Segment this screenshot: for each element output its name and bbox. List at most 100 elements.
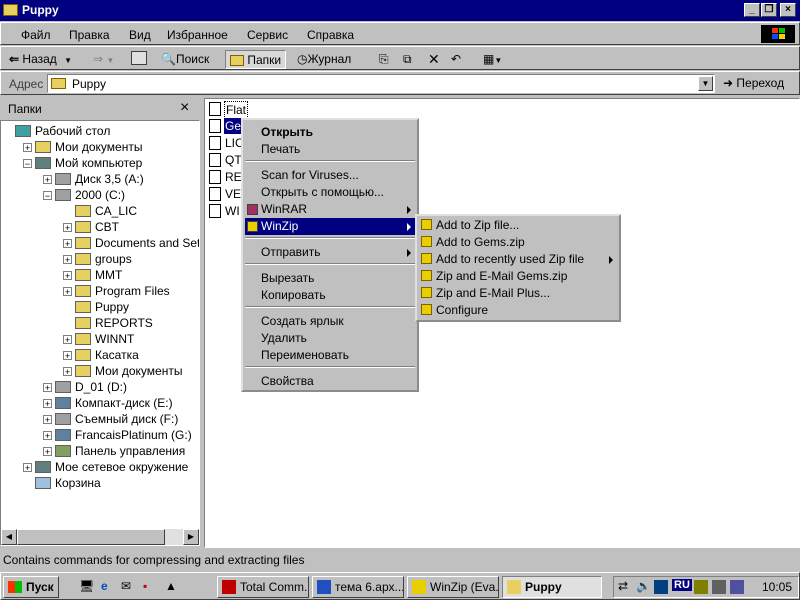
menu-view[interactable]: Вид	[129, 28, 151, 42]
close-button[interactable]: ×	[780, 3, 796, 17]
tree-item[interactable]: Корзина	[55, 475, 101, 491]
delete-button[interactable]: ✕	[428, 50, 440, 69]
task-puppy[interactable]: Puppy	[502, 576, 602, 598]
expand-icon[interactable]: +	[43, 415, 52, 425]
views-button[interactable]: ▦▼	[483, 50, 502, 69]
tree-item[interactable]: Компакт-диск (E:)	[75, 395, 173, 411]
tray-icon[interactable]	[694, 580, 708, 594]
submenu-item-add-to-zip[interactable]: Add to Zip file...	[421, 217, 519, 234]
context-item-cut[interactable]: Вырезать	[261, 270, 314, 287]
tree-item[interactable]: MMT	[95, 267, 122, 283]
context-item-scan-viruses[interactable]: Scan for Viruses...	[261, 167, 359, 184]
folders-pane-close-button[interactable]: ×	[180, 99, 189, 117]
save-icon[interactable]: ▪	[143, 579, 147, 593]
app-icon[interactable]: ▲	[165, 579, 177, 593]
search-button[interactable]: 🔍Поиск	[161, 50, 209, 69]
file-item[interactable]: RE	[224, 169, 243, 185]
expand-icon[interactable]: +	[43, 175, 52, 185]
tree-item[interactable]: Мой компьютер	[55, 155, 142, 171]
task-winzip[interactable]: WinZip (Eva...	[407, 576, 499, 598]
context-item-send-to[interactable]: Отправить	[261, 244, 321, 261]
file-item[interactable]: WI	[224, 203, 241, 219]
tree-item[interactable]: CA_LIC	[95, 203, 137, 219]
tree-item[interactable]: Мое сетевое окружение	[55, 459, 188, 475]
tree-item[interactable]: Мои документы	[95, 363, 182, 379]
ie-icon[interactable]: e	[101, 579, 108, 593]
file-item[interactable]: VE	[224, 186, 242, 202]
folders-button[interactable]: Папки	[225, 50, 287, 69]
go-button[interactable]: ➜ Переход	[723, 76, 784, 90]
tree-item[interactable]: Puppy	[95, 299, 130, 315]
expand-icon[interactable]: +	[63, 255, 72, 265]
expand-icon[interactable]: +	[63, 287, 72, 297]
menu-edit[interactable]: Правка	[69, 28, 110, 42]
tree-item[interactable]: D_01 (D:)	[75, 379, 127, 395]
menu-favorites[interactable]: Избранное	[167, 28, 228, 42]
expand-icon[interactable]: +	[63, 367, 72, 377]
undo-button[interactable]: ↶	[451, 50, 461, 69]
tree-item[interactable]: CBT	[95, 219, 119, 235]
context-item-print[interactable]: Печать	[261, 141, 300, 158]
minimize-button[interactable]: _	[744, 3, 760, 17]
submenu-item-zip-email-plus[interactable]: Zip and E-Mail Plus...	[421, 285, 550, 302]
expand-icon[interactable]: +	[43, 399, 52, 409]
context-item-open[interactable]: Открыть	[261, 124, 313, 141]
move-to-button[interactable]: ⎘	[379, 50, 389, 69]
expand-icon[interactable]: +	[63, 351, 72, 361]
tree-item[interactable]: Documents and Setti	[95, 235, 199, 251]
copy-to-button[interactable]: ⧉	[403, 50, 412, 69]
context-item-winrar[interactable]: WinRAR	[261, 201, 307, 218]
tray-icon[interactable]	[712, 580, 726, 594]
expand-icon[interactable]: +	[23, 143, 32, 153]
network-icon[interactable]: ⇄	[618, 579, 628, 593]
tree-item[interactable]: 2000 (C:)	[75, 187, 125, 203]
tree-item[interactable]: WINNT	[95, 331, 134, 347]
tree-horizontal-scrollbar[interactable]: ◀ ▶	[1, 529, 199, 545]
context-item-properties[interactable]: Свойства	[261, 373, 314, 390]
antivirus-icon[interactable]	[654, 580, 668, 594]
tree-item[interactable]: groups	[95, 251, 132, 267]
tree-item[interactable]: Мои документы	[55, 139, 142, 155]
submenu-item-add-to-recent-zip[interactable]: Add to recently used Zip file	[421, 251, 584, 268]
expand-icon[interactable]: +	[63, 271, 72, 281]
context-item-winzip[interactable]: WinZip	[245, 218, 415, 235]
context-item-open-with[interactable]: Открыть с помощью...	[261, 184, 384, 201]
desktop-icon[interactable]: 🖥	[79, 579, 94, 593]
history-button[interactable]: ◷Журнал	[297, 50, 351, 69]
maximize-button[interactable]: ❐	[761, 3, 777, 17]
file-item[interactable]: QT	[224, 152, 243, 168]
expand-icon[interactable]: +	[43, 447, 52, 457]
tree-item[interactable]: Панель управления	[75, 443, 185, 459]
clock[interactable]: 10:05	[762, 580, 792, 594]
forward-button[interactable]: ⇒ ▼	[93, 50, 114, 69]
tree-item[interactable]: Съемный диск (F:)	[75, 411, 178, 427]
expand-icon[interactable]: +	[23, 463, 32, 473]
task-tema[interactable]: тема 6.арх...	[312, 576, 404, 598]
context-item-delete[interactable]: Удалить	[261, 330, 307, 347]
expand-icon[interactable]: +	[43, 431, 52, 441]
scrollbar-thumb[interactable]	[17, 529, 165, 545]
submenu-item-zip-email-gems[interactable]: Zip and E-Mail Gems.zip	[421, 268, 567, 285]
collapse-icon[interactable]: −	[23, 159, 32, 169]
start-button[interactable]: Пуск	[3, 576, 59, 598]
tree-item[interactable]: Диск 3,5 (A:)	[75, 171, 144, 187]
menu-file[interactable]: Файл	[21, 28, 51, 42]
outlook-icon[interactable]: ✉	[121, 579, 131, 593]
context-item-rename[interactable]: Переименовать	[261, 347, 349, 364]
language-indicator[interactable]: RU	[672, 579, 692, 591]
up-folder-button[interactable]	[131, 50, 147, 69]
tree-item[interactable]: FrancaisPlatinum (G:)	[75, 427, 192, 443]
collapse-icon[interactable]: −	[43, 191, 52, 201]
tree-item[interactable]: Рабочий стол	[35, 123, 110, 139]
expand-icon[interactable]: +	[63, 223, 72, 233]
menu-help[interactable]: Справка	[307, 28, 354, 42]
expand-icon[interactable]: +	[43, 383, 52, 393]
context-item-copy[interactable]: Копировать	[261, 287, 326, 304]
expand-icon[interactable]: +	[63, 239, 72, 249]
back-button[interactable]: ⇐ Назад ▼	[9, 50, 72, 69]
submenu-item-add-to-gems-zip[interactable]: Add to Gems.zip	[421, 234, 525, 251]
volume-icon[interactable]: 🔈	[636, 579, 651, 593]
file-item[interactable]: Flat	[224, 101, 249, 119]
task-total-commander[interactable]: Total Comm...	[217, 576, 309, 598]
tray-icon[interactable]	[730, 580, 744, 594]
